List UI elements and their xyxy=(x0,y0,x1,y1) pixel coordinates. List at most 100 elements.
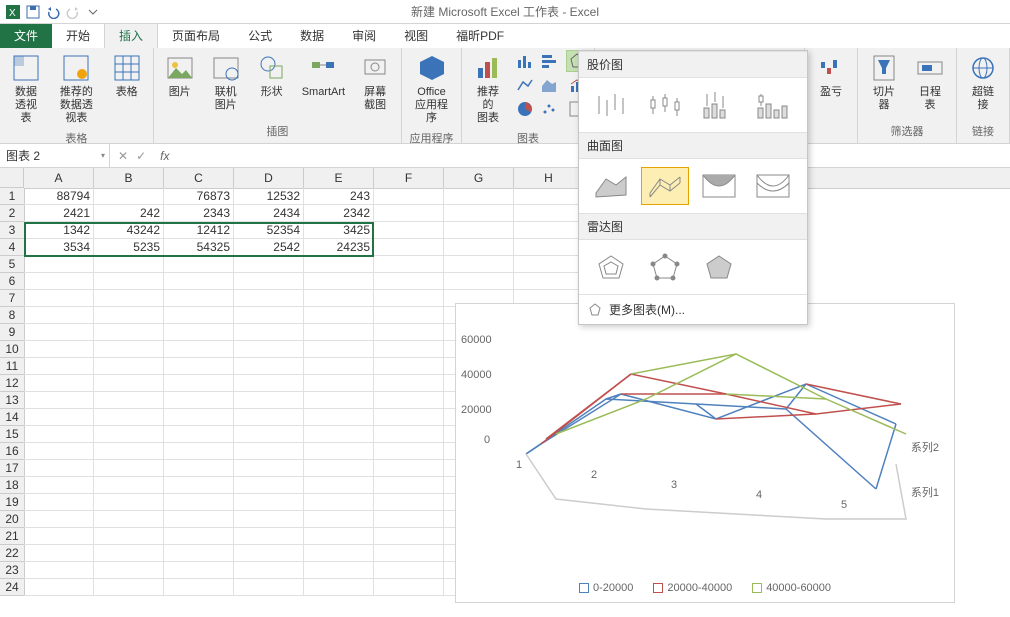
cell[interactable] xyxy=(24,256,94,273)
surface-wireframe-contour-button[interactable] xyxy=(749,167,797,205)
cell[interactable] xyxy=(24,426,94,443)
cell[interactable] xyxy=(164,324,234,341)
cell[interactable] xyxy=(164,358,234,375)
row-header[interactable]: 10 xyxy=(0,341,24,358)
cell[interactable] xyxy=(24,528,94,545)
shapes-button[interactable]: 形状 xyxy=(252,50,292,101)
cell[interactable] xyxy=(304,307,374,324)
stock-hlc-button[interactable] xyxy=(587,86,635,124)
cell[interactable] xyxy=(94,511,164,528)
cell[interactable] xyxy=(374,545,444,562)
cell[interactable] xyxy=(94,290,164,307)
cell[interactable] xyxy=(304,562,374,579)
cell[interactable] xyxy=(94,579,164,596)
cell[interactable] xyxy=(234,392,304,409)
office-apps-button[interactable]: Office 应用程序 xyxy=(408,50,455,128)
cell[interactable] xyxy=(164,392,234,409)
cell[interactable] xyxy=(24,341,94,358)
cell[interactable] xyxy=(164,494,234,511)
column-header[interactable]: G xyxy=(444,168,514,188)
tab-insert[interactable]: 插入 xyxy=(104,22,158,48)
cell[interactable] xyxy=(234,273,304,290)
save-icon[interactable] xyxy=(24,3,42,21)
cell[interactable] xyxy=(374,307,444,324)
cell[interactable] xyxy=(24,273,94,290)
cell[interactable] xyxy=(164,545,234,562)
cell[interactable] xyxy=(374,409,444,426)
cell[interactable] xyxy=(164,307,234,324)
row-header[interactable]: 22 xyxy=(0,545,24,562)
row-header[interactable]: 6 xyxy=(0,273,24,290)
row-header[interactable]: 20 xyxy=(0,511,24,528)
cell[interactable] xyxy=(514,273,584,290)
row-header[interactable]: 1 xyxy=(0,188,24,205)
cell[interactable] xyxy=(234,358,304,375)
row-header[interactable]: 4 xyxy=(0,239,24,256)
cell[interactable]: 24235 xyxy=(304,239,374,256)
fx-icon[interactable]: fx xyxy=(154,149,175,163)
cell[interactable] xyxy=(94,324,164,341)
cell[interactable] xyxy=(94,392,164,409)
recommended-charts-button[interactable]: 推荐的 图表 xyxy=(468,50,508,128)
hyperlink-button[interactable]: 超链接 xyxy=(963,50,1003,114)
cell[interactable] xyxy=(24,511,94,528)
radar-markers-button[interactable] xyxy=(641,248,689,286)
cell[interactable] xyxy=(304,443,374,460)
smartart-button[interactable]: SmartArt xyxy=(298,50,349,101)
cell[interactable] xyxy=(24,290,94,307)
worksheet-grid[interactable]: ABCDEFGHLMN 1234567891011121314151617181… xyxy=(0,168,1010,617)
cell[interactable] xyxy=(304,341,374,358)
cell[interactable] xyxy=(514,256,584,273)
cell[interactable] xyxy=(164,409,234,426)
cell[interactable] xyxy=(94,545,164,562)
radar-filled-button[interactable] xyxy=(695,248,743,286)
cell[interactable] xyxy=(304,273,374,290)
cell[interactable] xyxy=(304,545,374,562)
cell[interactable] xyxy=(94,375,164,392)
cell[interactable] xyxy=(374,256,444,273)
cell[interactable] xyxy=(514,222,584,239)
excel-icon[interactable]: X xyxy=(4,3,22,21)
cell[interactable] xyxy=(164,528,234,545)
line-chart-button[interactable] xyxy=(514,74,536,96)
cell[interactable] xyxy=(304,392,374,409)
cell[interactable] xyxy=(164,341,234,358)
cell[interactable] xyxy=(24,494,94,511)
cell[interactable] xyxy=(304,290,374,307)
bar-chart-button[interactable] xyxy=(538,50,560,72)
cell[interactable] xyxy=(24,443,94,460)
cell[interactable] xyxy=(374,494,444,511)
cell[interactable] xyxy=(374,579,444,596)
column-header[interactable]: B xyxy=(94,168,164,188)
cell[interactable] xyxy=(94,256,164,273)
cell[interactable] xyxy=(24,460,94,477)
cell[interactable]: 52354 xyxy=(234,222,304,239)
cell[interactable] xyxy=(94,477,164,494)
cell[interactable] xyxy=(304,409,374,426)
picture-button[interactable]: 图片 xyxy=(160,50,200,101)
row-header[interactable]: 23 xyxy=(0,562,24,579)
row-header[interactable]: 16 xyxy=(0,443,24,460)
cell[interactable] xyxy=(94,341,164,358)
cell[interactable] xyxy=(514,239,584,256)
more-charts-button[interactable]: 更多图表(M)... xyxy=(579,294,807,324)
cell[interactable]: 12532 xyxy=(234,188,304,205)
cell[interactable] xyxy=(374,358,444,375)
surface-contour-button[interactable] xyxy=(695,167,743,205)
slicer-button[interactable]: 切片器 xyxy=(864,50,904,114)
tab-foxit-pdf[interactable]: 福昕PDF xyxy=(442,23,518,48)
column-header[interactable]: A xyxy=(24,168,94,188)
cell[interactable] xyxy=(94,562,164,579)
row-header[interactable]: 15 xyxy=(0,426,24,443)
cell[interactable] xyxy=(24,562,94,579)
undo-icon[interactable] xyxy=(44,3,62,21)
cell[interactable] xyxy=(444,256,514,273)
cell[interactable] xyxy=(24,579,94,596)
cell[interactable]: 242 xyxy=(94,205,164,222)
row-header[interactable]: 11 xyxy=(0,358,24,375)
cell[interactable] xyxy=(374,290,444,307)
cell[interactable]: 5235 xyxy=(94,239,164,256)
row-header[interactable]: 18 xyxy=(0,477,24,494)
qat-customize-icon[interactable] xyxy=(84,3,102,21)
cell[interactable] xyxy=(94,426,164,443)
